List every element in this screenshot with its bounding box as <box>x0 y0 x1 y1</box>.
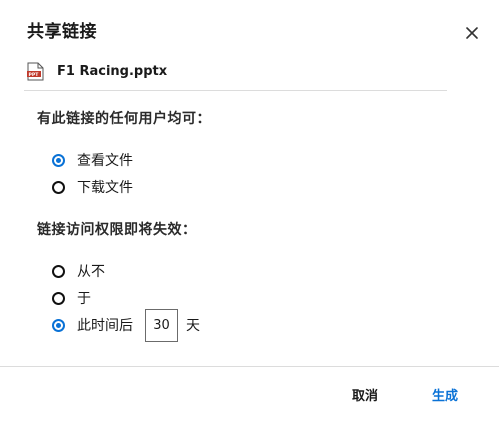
radio-download-file[interactable]: 下载文件 <box>52 177 133 197</box>
generate-button[interactable]: 生成 <box>432 385 458 404</box>
expiry-section-label: 链接访问权限即将失效： <box>37 222 197 238</box>
radio-label: 于 <box>77 291 91 307</box>
close-icon[interactable] <box>463 24 481 42</box>
cancel-button[interactable]: 取消 <box>352 385 378 404</box>
footer-divider <box>0 366 499 367</box>
radio-indicator[interactable] <box>52 291 65 305</box>
dialog-title: 共享链接 <box>27 22 97 42</box>
days-unit-label: 天 <box>186 318 200 334</box>
share-link-dialog: 共享链接 PPT F1 Racing.pptx 有此链接的任何用户均可： 查看文… <box>0 0 499 421</box>
pptx-file-icon: PPT <box>27 62 44 80</box>
file-row: PPT F1 Racing.pptx <box>27 61 167 81</box>
file-name: F1 Racing.pptx <box>57 63 168 79</box>
radio-label: 从不 <box>77 264 105 280</box>
radio-indicator[interactable] <box>52 180 65 194</box>
days-input[interactable] <box>145 308 178 342</box>
radio-on-date[interactable]: 于 <box>52 288 91 308</box>
radio-indicator-checked[interactable] <box>52 153 65 167</box>
radio-indicator[interactable] <box>52 264 65 278</box>
radio-label: 此时间后 <box>77 318 133 334</box>
access-section-label: 有此链接的任何用户均可： <box>37 111 211 127</box>
radio-view-file[interactable]: 查看文件 <box>52 150 133 170</box>
header-divider <box>24 90 447 91</box>
radio-label: 查看文件 <box>77 153 133 169</box>
svg-text:PPT: PPT <box>29 72 40 78</box>
radio-indicator-checked[interactable] <box>52 318 65 332</box>
radio-after-period[interactable]: 此时间后 天 <box>52 308 200 342</box>
radio-never[interactable]: 从不 <box>52 261 105 281</box>
radio-label: 下载文件 <box>77 180 133 196</box>
